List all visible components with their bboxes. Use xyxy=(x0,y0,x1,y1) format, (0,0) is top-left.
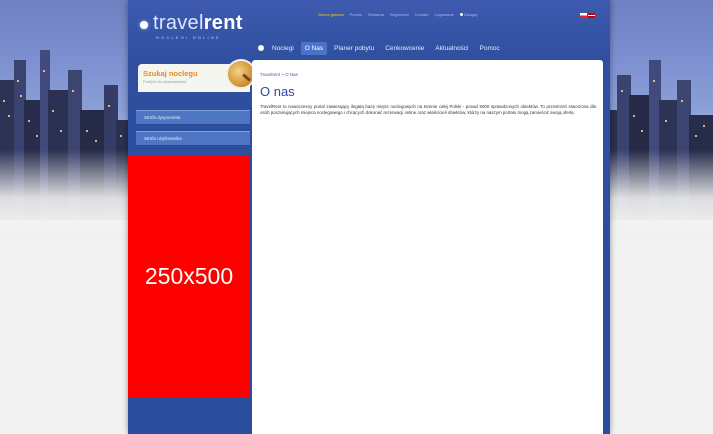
page-title: O nas xyxy=(260,84,295,99)
sidebar-button-user-zone[interactable]: Strefa użytkownika xyxy=(136,131,250,146)
home-icon[interactable] xyxy=(258,45,264,51)
toplink-ads[interactable]: Reklama xyxy=(368,12,384,17)
language-flags xyxy=(580,13,595,18)
about-paragraph: TravelRent to nowoczesny portal zawieraj… xyxy=(260,104,596,115)
toplink-home[interactable]: Strona główna xyxy=(318,12,344,17)
flag-pl-icon[interactable] xyxy=(580,13,587,18)
toplink-contact[interactable]: Kontakt xyxy=(415,12,429,17)
logo-dot-icon xyxy=(140,21,148,29)
menu-item-planer[interactable]: Planer pobytu xyxy=(330,42,378,55)
menu-item-pomoc[interactable]: Pomoc xyxy=(476,42,504,55)
toplink-terms[interactable]: Regulamin xyxy=(390,12,409,17)
top-links: Strona główna Pomoc Reklama Regulamin Ko… xyxy=(318,12,477,17)
menu-item-noclegi[interactable]: Noclegi xyxy=(268,42,298,55)
menu-item-cennik[interactable]: Cenkowcenie xyxy=(381,42,428,55)
toplink-login[interactable]: Zaloguj xyxy=(459,12,478,17)
menu-item-aktualnosci[interactable]: Aktualności xyxy=(431,42,472,55)
breadcrumb[interactable]: Travelrent » O Nas xyxy=(260,72,298,77)
login-icon xyxy=(459,13,463,16)
logo[interactable]: travelrent NOCLEGI ONLINE xyxy=(140,12,260,42)
ad-banner[interactable]: 250x500 xyxy=(128,155,250,397)
search-subtitle: Przejdź do wyszukiwarki xyxy=(143,79,187,84)
ad-banner-label: 250x500 xyxy=(144,262,234,289)
logo-tagline: NOCLEGI ONLINE xyxy=(156,35,221,40)
logo-wordmark: travelrent xyxy=(153,12,243,34)
search-title: Szukaj noclegu xyxy=(143,69,198,78)
sidebar-button-label: Strefa dyspozenta xyxy=(144,115,181,120)
sidebar-button-label: Strefa użytkownika xyxy=(144,136,182,141)
toplink-help[interactable]: Pomoc xyxy=(350,12,362,17)
main-menu: Noclegi O Nas Planer pobytu Cenkowcenie … xyxy=(258,40,507,56)
toplink-register[interactable]: Logowanie xyxy=(435,12,454,17)
sidebar-button-owner-zone[interactable]: Strefa dyspozenta xyxy=(136,110,250,125)
menu-item-o-nas[interactable]: O Nas xyxy=(300,41,328,55)
flag-gb-icon[interactable] xyxy=(588,13,595,18)
toplink-login-label: Zaloguj xyxy=(463,12,478,17)
content-panel: Travelrent » O Nas O nas TravelRent to n… xyxy=(252,60,603,434)
